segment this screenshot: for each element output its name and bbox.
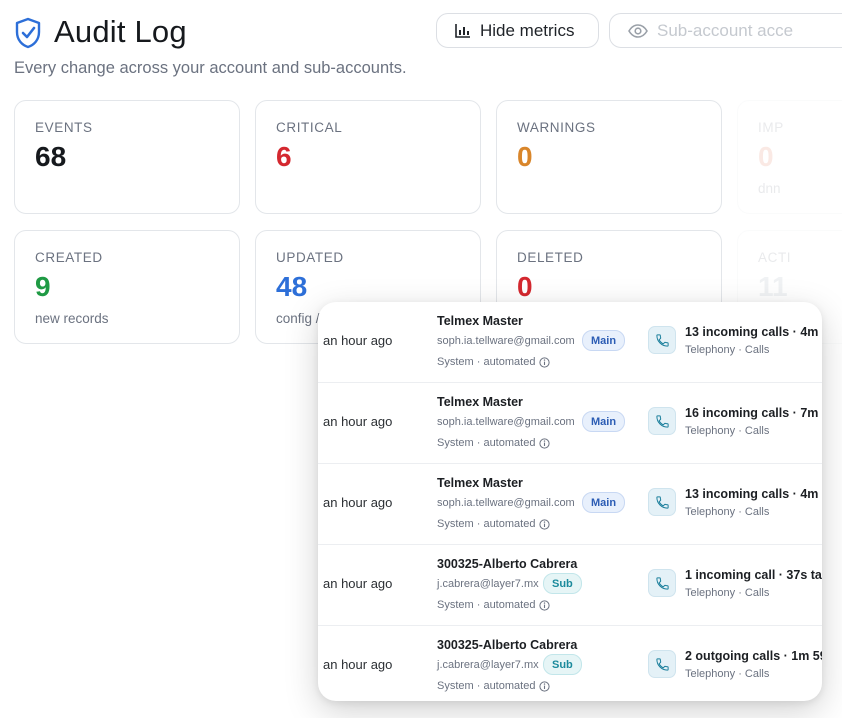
account-name: 300325-Alberto Cabrera [437, 557, 578, 571]
event-actor: System · automated [437, 599, 551, 611]
account-name: 300325-Alberto Cabrera [437, 638, 578, 652]
info-icon[interactable] [539, 437, 551, 449]
metric-card-warnings: WARNINGS 0 [496, 100, 722, 214]
metric-card-created: CREATED 9 new records [14, 230, 240, 344]
metric-value: 0 [517, 271, 533, 302]
audit-row[interactable]: an hour ago 300325-Alberto Cabrera j.cabre… [318, 545, 822, 626]
event-time: an hour ago [323, 333, 393, 348]
metric-label: CREATED [35, 250, 103, 265]
account-email: soph.ia.tellware@gmail.com [437, 335, 575, 347]
metric-value: 0 [517, 141, 533, 172]
metric-label: CRITICAL [276, 120, 343, 135]
phone-icon [648, 650, 676, 678]
event-summary: 1 incoming call · 37s talk [685, 568, 822, 582]
audit-row[interactable]: an hour ago Telmex Master soph.ia.tellware… [318, 464, 822, 545]
event-category: Telephony · Calls [685, 425, 770, 437]
account-name: Telmex Master [437, 395, 523, 409]
event-actor-text: System · automated [437, 437, 536, 449]
shield-check-icon [15, 17, 41, 49]
audit-row[interactable]: an hour ago 300325-Alberto Cabrera j.cabre… [318, 626, 822, 701]
event-summary: 13 incoming calls · 4m 3 [685, 325, 822, 339]
phone-icon [648, 569, 676, 597]
event-summary: 2 outgoing calls · 1m 59 [685, 649, 822, 663]
info-icon[interactable] [539, 680, 551, 692]
metric-card-events: EVENTS 68 [14, 100, 240, 214]
account-type-badge: Main [582, 330, 626, 351]
metric-label: WARNINGS [517, 120, 596, 135]
account-email: soph.ia.tellware@gmail.com [437, 416, 575, 428]
bar-chart-icon [455, 24, 470, 38]
metric-label: ACTI [758, 250, 792, 265]
metric-value: 48 [276, 271, 308, 302]
account-type-badge: Sub [543, 573, 582, 594]
audit-events-panel: an hour ago Telmex Master soph.ia.tellware… [318, 302, 822, 701]
metric-value: 68 [35, 141, 67, 172]
event-actor: System · automated [437, 356, 551, 368]
event-time: an hour ago [323, 576, 393, 591]
metric-label: EVENTS [35, 120, 93, 135]
metric-value: 6 [276, 141, 292, 172]
info-icon[interactable] [539, 518, 551, 530]
hide-metrics-label: Hide metrics [480, 20, 575, 40]
event-actor-text: System · automated [437, 680, 536, 692]
account-type-badge: Main [582, 411, 626, 432]
event-category: Telephony · Calls [685, 506, 770, 518]
account-name: Telmex Master [437, 476, 523, 490]
eye-icon [628, 23, 648, 38]
account-email: j.cabrera@layer7.mx [437, 578, 539, 590]
event-category: Telephony · Calls [685, 587, 770, 599]
event-actor-text: System · automated [437, 518, 536, 530]
metric-card-critical: CRITICAL 6 [255, 100, 481, 214]
event-time: an hour ago [323, 657, 393, 672]
audit-row[interactable]: an hour ago Telmex Master soph.ia.tellware… [318, 302, 822, 383]
event-actor-text: System · automated [437, 599, 536, 611]
account-email: soph.ia.tellware@gmail.com [437, 497, 575, 509]
event-summary: 13 incoming calls · 4m 2 [685, 487, 822, 501]
phone-icon [648, 407, 676, 435]
metric-label: DELETED [517, 250, 584, 265]
event-actor-text: System · automated [437, 356, 536, 368]
audit-row[interactable]: an hour ago Telmex Master soph.ia.tellware… [318, 383, 822, 464]
event-category: Telephony · Calls [685, 344, 770, 356]
page-subtitle: Every change across your account and sub… [14, 59, 407, 77]
account-type-badge: Main [582, 492, 626, 513]
info-icon[interactable] [539, 356, 551, 368]
event-actor: System · automated [437, 518, 551, 530]
sub-account-access-label: Sub-account acce [657, 20, 794, 40]
info-icon[interactable] [539, 599, 551, 611]
phone-icon [648, 326, 676, 354]
page-title: Audit Log [54, 14, 187, 49]
phone-icon [648, 488, 676, 516]
metric-value: 9 [35, 271, 51, 302]
sub-account-access-button[interactable]: Sub-account acce [609, 13, 842, 48]
event-actor: System · automated [437, 437, 551, 449]
metric-card-imp: IMP 0 dnn [737, 100, 842, 214]
event-summary: 16 incoming calls · 7m 9 [685, 406, 822, 420]
account-name: Telmex Master [437, 314, 523, 328]
metric-label: UPDATED [276, 250, 344, 265]
event-category: Telephony · Calls [685, 668, 770, 680]
hide-metrics-button[interactable]: Hide metrics [436, 13, 599, 48]
metric-value: 11 [758, 271, 788, 302]
event-time: an hour ago [323, 495, 393, 510]
metric-value: 0 [758, 141, 774, 172]
account-email: j.cabrera@layer7.mx [437, 659, 539, 671]
metric-note: dnn [758, 181, 781, 196]
metric-label: IMP [758, 120, 784, 135]
event-actor: System · automated [437, 680, 551, 692]
event-time: an hour ago [323, 414, 393, 429]
metric-note: new records [35, 311, 109, 326]
account-type-badge: Sub [543, 654, 582, 675]
